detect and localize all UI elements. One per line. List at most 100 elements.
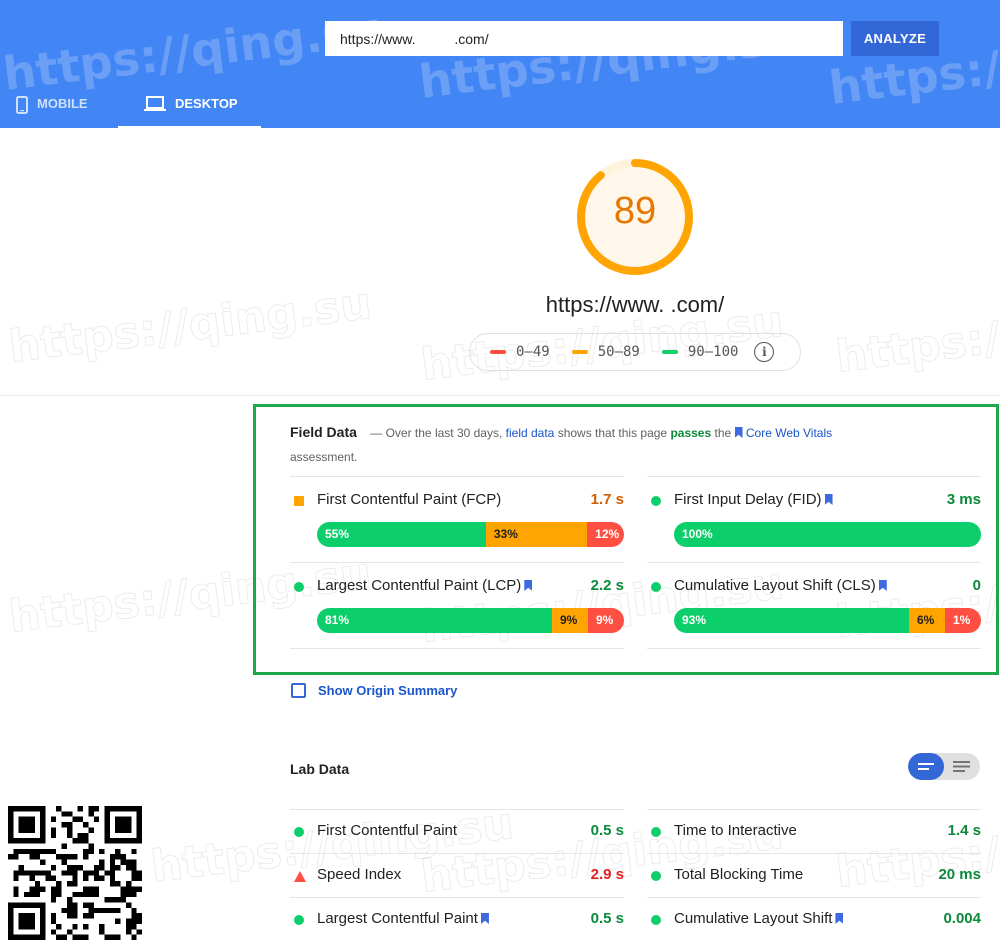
lab-metric-value: 0.5 s (590, 910, 624, 927)
score-legend: 0–49 50–89 90–100 i (469, 333, 801, 371)
show-origin-summary[interactable]: Show Origin Summary (291, 683, 457, 698)
qr-module (66, 881, 73, 887)
tab-mobile[interactable]: MOBILE (16, 82, 88, 128)
qr-module (77, 934, 84, 940)
qr-module (99, 907, 105, 914)
qr-module (56, 891, 62, 898)
qr-module (24, 902, 30, 908)
qr-module (56, 886, 62, 892)
qr-module (115, 827, 121, 833)
qr-module (120, 827, 126, 833)
qr-module (93, 875, 100, 882)
core-web-vital-bookmark-icon (878, 580, 887, 591)
qr-module (109, 907, 116, 914)
list-view-icon (953, 761, 970, 772)
tab-desktop-label: DESKTOP (175, 96, 238, 111)
qr-module (8, 822, 14, 828)
fail-triangle-icon (294, 871, 306, 882)
qr-module (50, 897, 57, 903)
qr-module (131, 891, 137, 898)
url-input[interactable] (325, 21, 843, 56)
qr-module (40, 848, 46, 855)
qr-module (104, 897, 110, 903)
qr-module (125, 864, 132, 871)
qr-module (56, 806, 62, 812)
qr-module (24, 848, 30, 855)
qr-module (40, 918, 46, 924)
qr-module (18, 816, 25, 823)
view-toggle[interactable] (908, 753, 980, 780)
qr-module (29, 902, 35, 908)
qr-module (125, 891, 132, 898)
qr-module (125, 806, 132, 812)
qr-module (109, 875, 116, 882)
qr-module (34, 854, 41, 860)
qr-module (8, 827, 14, 833)
summary-view-icon (918, 763, 934, 770)
qr-module (45, 875, 51, 882)
qr-module (34, 848, 41, 855)
qr-module (66, 897, 73, 903)
qr-module (13, 891, 19, 898)
summary-view-button[interactable] (908, 753, 944, 780)
qr-module (8, 918, 14, 924)
distribution-segment-good: 93% (674, 608, 909, 633)
qr-module (40, 886, 46, 892)
qr-module (120, 891, 126, 898)
field-metric-label: Largest Contentful Paint (LCP) (317, 577, 533, 594)
pass-circle-icon (651, 827, 661, 837)
qr-module (131, 838, 137, 844)
lab-metric-value: 20 ms (938, 866, 981, 883)
qr-module (83, 891, 89, 898)
qr-module (24, 891, 30, 898)
pass-circle-icon (294, 915, 304, 925)
qr-module (50, 848, 57, 855)
checkbox-icon[interactable] (291, 683, 306, 698)
assessment-result: passes (670, 426, 712, 440)
qr-module (93, 907, 100, 914)
legend-item-good: 90–100 (661, 344, 739, 360)
field-data-link[interactable]: field data (506, 426, 555, 440)
qr-module (93, 891, 100, 898)
qr-module (115, 838, 121, 844)
lab-metric-label: Time to Interactive (674, 822, 797, 839)
qr-module (66, 913, 73, 919)
qr-module (120, 886, 126, 892)
qr-module (66, 854, 73, 860)
qr-module (83, 886, 89, 892)
pass-circle-icon (651, 915, 661, 925)
qr-module (45, 870, 51, 876)
qr-module (104, 806, 110, 812)
qr-module (13, 854, 19, 860)
qr-module (66, 907, 73, 914)
list-view-button[interactable] (944, 753, 980, 780)
qr-module (40, 859, 46, 865)
qr-module (109, 870, 116, 876)
qr-module (131, 934, 137, 940)
qr-module (131, 875, 137, 882)
qr-module (72, 875, 78, 882)
qr-module (115, 822, 121, 828)
qr-module (61, 859, 67, 865)
qr-module (29, 934, 35, 940)
qr-module (24, 913, 30, 919)
tab-desktop[interactable]: DESKTOP (118, 82, 261, 128)
analyze-button[interactable]: ANALYZE (851, 21, 939, 56)
qr-module (61, 854, 67, 860)
core-web-vitals-link[interactable]: Core Web Vitals (746, 426, 832, 440)
qr-module (40, 806, 46, 812)
qr-module (131, 918, 137, 924)
qr-module (29, 806, 35, 812)
lab-metric: Cumulative Layout Shift 0.004 (647, 897, 981, 941)
qr-module (99, 848, 105, 855)
qr-module (13, 848, 19, 855)
average-square-icon (294, 496, 304, 506)
legend-label: 90–100 (687, 344, 739, 360)
qr-module (66, 870, 73, 876)
qr-module (40, 827, 46, 833)
distribution-bar: 100% (674, 522, 981, 547)
qr-module (115, 881, 121, 887)
qr-module (13, 870, 19, 876)
qr-module (8, 913, 14, 919)
info-icon[interactable]: i (754, 342, 775, 362)
